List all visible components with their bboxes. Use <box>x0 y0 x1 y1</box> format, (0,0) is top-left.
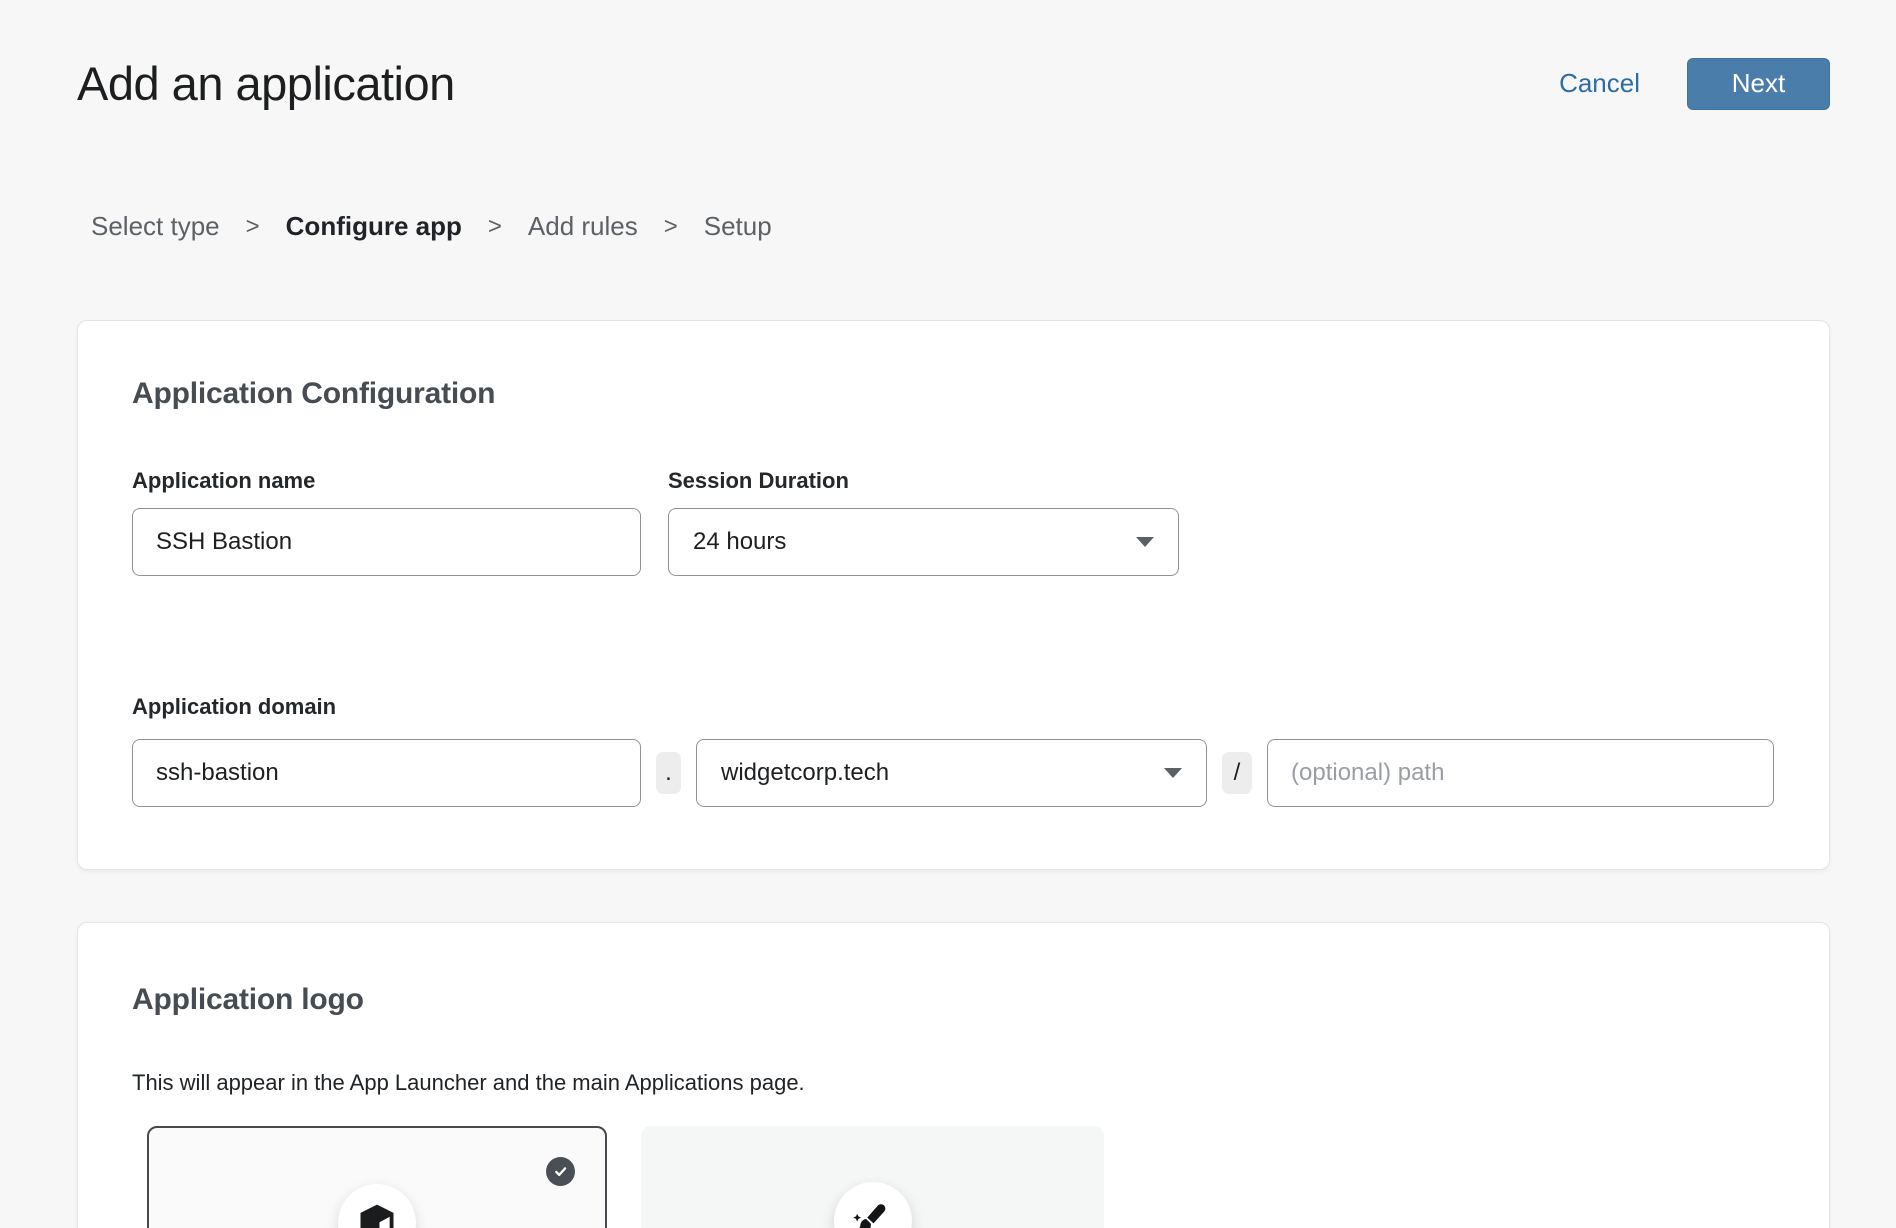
logo-option-custom[interactable] <box>641 1126 1104 1228</box>
path-input[interactable] <box>1267 739 1774 807</box>
chevron-down-icon <box>1136 537 1154 547</box>
logo-options <box>147 1126 1775 1228</box>
wizard-stepper: Select type > Configure app > Add rules … <box>91 211 1896 242</box>
application-logo-description: This will appear in the App Launcher and… <box>132 1070 1775 1096</box>
config-label-row: Application name Session Duration <box>132 468 1775 494</box>
application-logo-card: Application logo This will appear in the… <box>77 922 1830 1228</box>
application-configuration-heading: Application Configuration <box>132 376 1775 412</box>
application-configuration-card: Application Configuration Application na… <box>77 320 1830 870</box>
paintbrush-sparkles-icon <box>850 1198 896 1228</box>
slash-separator: / <box>1222 752 1252 794</box>
config-input-row: 24 hours <box>132 508 1775 576</box>
domain-select[interactable]: widgetcorp.tech <box>696 739 1207 807</box>
cube-icon <box>355 1201 399 1228</box>
application-domain-label: Application domain <box>132 694 1775 720</box>
domain-value: widgetcorp.tech <box>721 759 889 787</box>
session-duration-value: 24 hours <box>693 528 786 556</box>
selected-check-badge <box>546 1157 575 1186</box>
step-setup: Setup <box>704 211 772 242</box>
step-add-rules: Add rules <box>528 211 638 242</box>
header-actions: Cancel Next <box>1559 58 1830 110</box>
application-domain-row: . widgetcorp.tech / <box>132 739 1775 807</box>
subdomain-input[interactable] <box>132 739 641 807</box>
custom-logo-circle <box>834 1182 912 1228</box>
page-title: Add an application <box>77 56 455 111</box>
stepper-separator: > <box>488 213 502 241</box>
application-logo-heading: Application logo <box>132 982 1775 1018</box>
chevron-down-icon <box>1164 768 1182 778</box>
dot-separator: . <box>656 752 681 794</box>
default-logo-circle <box>338 1184 416 1228</box>
stepper-separator: > <box>246 213 260 241</box>
application-name-input[interactable] <box>132 508 641 576</box>
session-duration-label: Session Duration <box>668 468 849 494</box>
next-button[interactable]: Next <box>1687 58 1830 110</box>
check-icon <box>552 1163 569 1180</box>
session-duration-select[interactable]: 24 hours <box>668 508 1179 576</box>
logo-option-default[interactable] <box>147 1126 607 1228</box>
page-header: Add an application Cancel Next <box>0 0 1896 111</box>
cancel-button[interactable]: Cancel <box>1559 68 1640 99</box>
application-name-label: Application name <box>132 468 641 494</box>
stepper-separator: > <box>664 213 678 241</box>
step-select-type: Select type <box>91 211 220 242</box>
step-configure-app: Configure app <box>286 211 462 242</box>
